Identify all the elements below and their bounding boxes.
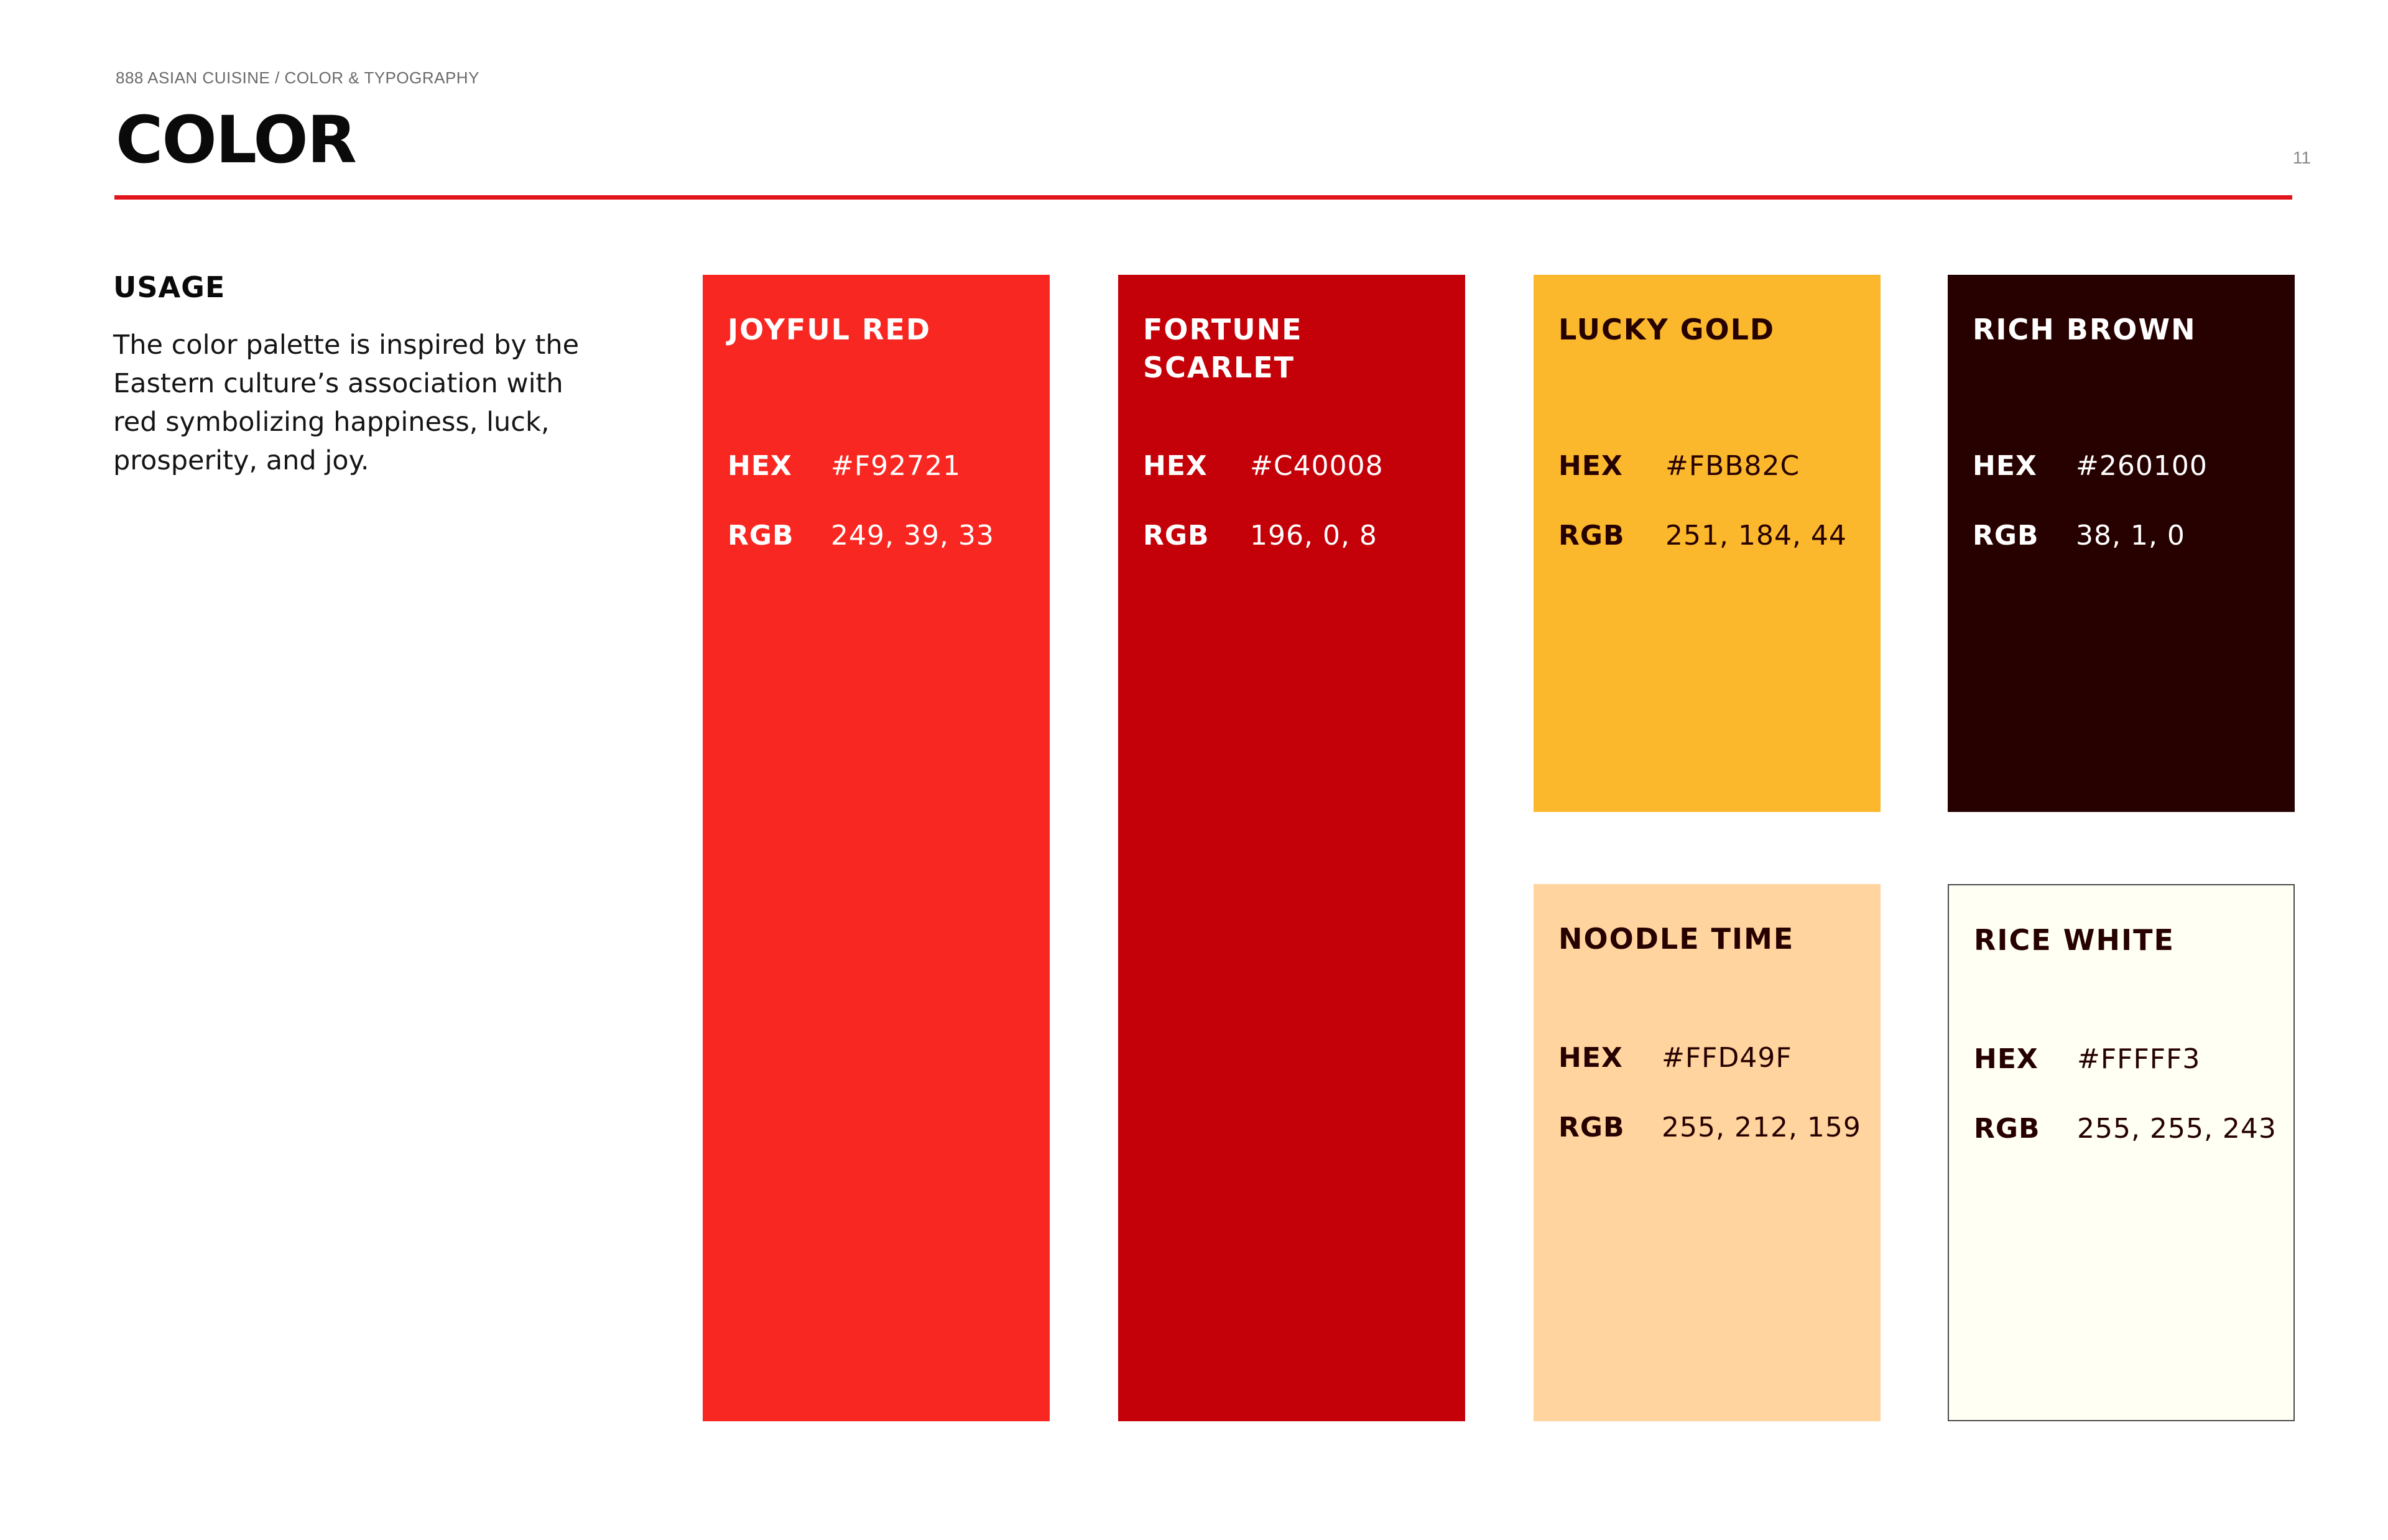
- rgb-label: RGB: [1558, 520, 1625, 551]
- page-number: 11: [2292, 148, 2311, 167]
- swatch-hex-row: HEX #C40008: [1143, 449, 1384, 484]
- rgb-label: RGB: [1558, 1112, 1625, 1143]
- swatch-hex-row: HEX #F92721: [728, 449, 961, 484]
- rgb-value: 249, 39, 33: [831, 520, 994, 551]
- hex-value: #FFD49F: [1662, 1042, 1792, 1074]
- hex-value: #FBB82C: [1665, 450, 1800, 482]
- hex-value: #C40008: [1250, 450, 1384, 482]
- swatch-joyful-red: JOYFUL RED HEX #F92721 RGB 249, 39, 33: [703, 275, 1050, 1421]
- rgb-value: 251, 184, 44: [1665, 520, 1847, 551]
- rgb-value: 255, 255, 243: [2077, 1113, 2277, 1145]
- hex-label: HEX: [1143, 450, 1208, 482]
- hex-label: HEX: [728, 450, 792, 482]
- hex-label: HEX: [1558, 1042, 1623, 1074]
- rgb-label: RGB: [1974, 1113, 2040, 1145]
- hex-label: HEX: [1973, 450, 2037, 482]
- hex-label: HEX: [1974, 1043, 2039, 1075]
- hex-value: #FFFFF3: [2077, 1043, 2201, 1075]
- swatch-name: NOODLE TIME: [1558, 922, 1795, 956]
- rgb-label: RGB: [1973, 520, 2039, 551]
- swatch-hex-row: HEX #FFD49F: [1558, 1041, 1792, 1076]
- swatch-name: JOYFUL RED: [728, 313, 932, 346]
- hex-value: #F92721: [831, 450, 961, 482]
- swatch-rich-brown: RICH BROWN HEX #260100 RGB 38, 1, 0: [1948, 275, 2295, 812]
- swatch-name: FORTUNE SCARLET: [1143, 313, 1303, 384]
- swatch-rgb-row: RGB 255, 255, 243: [1974, 1112, 2277, 1146]
- swatch-name: RICE WHITE: [1974, 923, 2175, 957]
- swatch-noodle-time: NOODLE TIME HEX #FFD49F RGB 255, 212, 159: [1534, 884, 1881, 1421]
- hex-label: HEX: [1558, 450, 1623, 482]
- rgb-label: RGB: [1143, 520, 1210, 551]
- page-title: COLOR: [116, 102, 357, 178]
- rgb-value: 38, 1, 0: [2076, 520, 2185, 551]
- title-divider: [114, 195, 2292, 200]
- breadcrumb: 888 ASIAN CUISINE / COLOR & TYPOGRAPHY: [116, 68, 479, 87]
- usage-heading: USAGE: [113, 270, 226, 304]
- swatch-rgb-row: RGB 249, 39, 33: [728, 519, 994, 553]
- swatch-rgb-row: RGB 255, 212, 159: [1558, 1110, 1861, 1145]
- rgb-value: 196, 0, 8: [1250, 520, 1377, 551]
- rgb-value: 255, 212, 159: [1662, 1112, 1861, 1143]
- swatch-rice-white: RICE WHITE HEX #FFFFF3 RGB 255, 255, 243: [1948, 884, 2295, 1421]
- swatch-rgb-row: RGB 196, 0, 8: [1143, 519, 1377, 553]
- swatch-name: RICH BROWN: [1973, 313, 2196, 346]
- usage-description: The color palette is inspired by the Eas…: [113, 330, 580, 476]
- swatch-hex-row: HEX #FFFFF3: [1974, 1042, 2200, 1077]
- swatch-fortune-scarlet: FORTUNE SCARLET HEX #C40008 RGB 196, 0, 8: [1118, 275, 1465, 1421]
- swatch-hex-row: HEX #260100: [1973, 449, 2208, 484]
- hex-value: #260100: [2076, 450, 2208, 482]
- rgb-label: RGB: [728, 520, 794, 551]
- swatch-name: LUCKY GOLD: [1558, 313, 1775, 346]
- swatch-hex-row: HEX #FBB82C: [1558, 449, 1800, 484]
- swatch-rgb-row: RGB 251, 184, 44: [1558, 519, 1847, 553]
- swatch-rgb-row: RGB 38, 1, 0: [1973, 519, 2185, 553]
- swatch-lucky-gold: LUCKY GOLD HEX #FBB82C RGB 251, 184, 44: [1534, 275, 1881, 812]
